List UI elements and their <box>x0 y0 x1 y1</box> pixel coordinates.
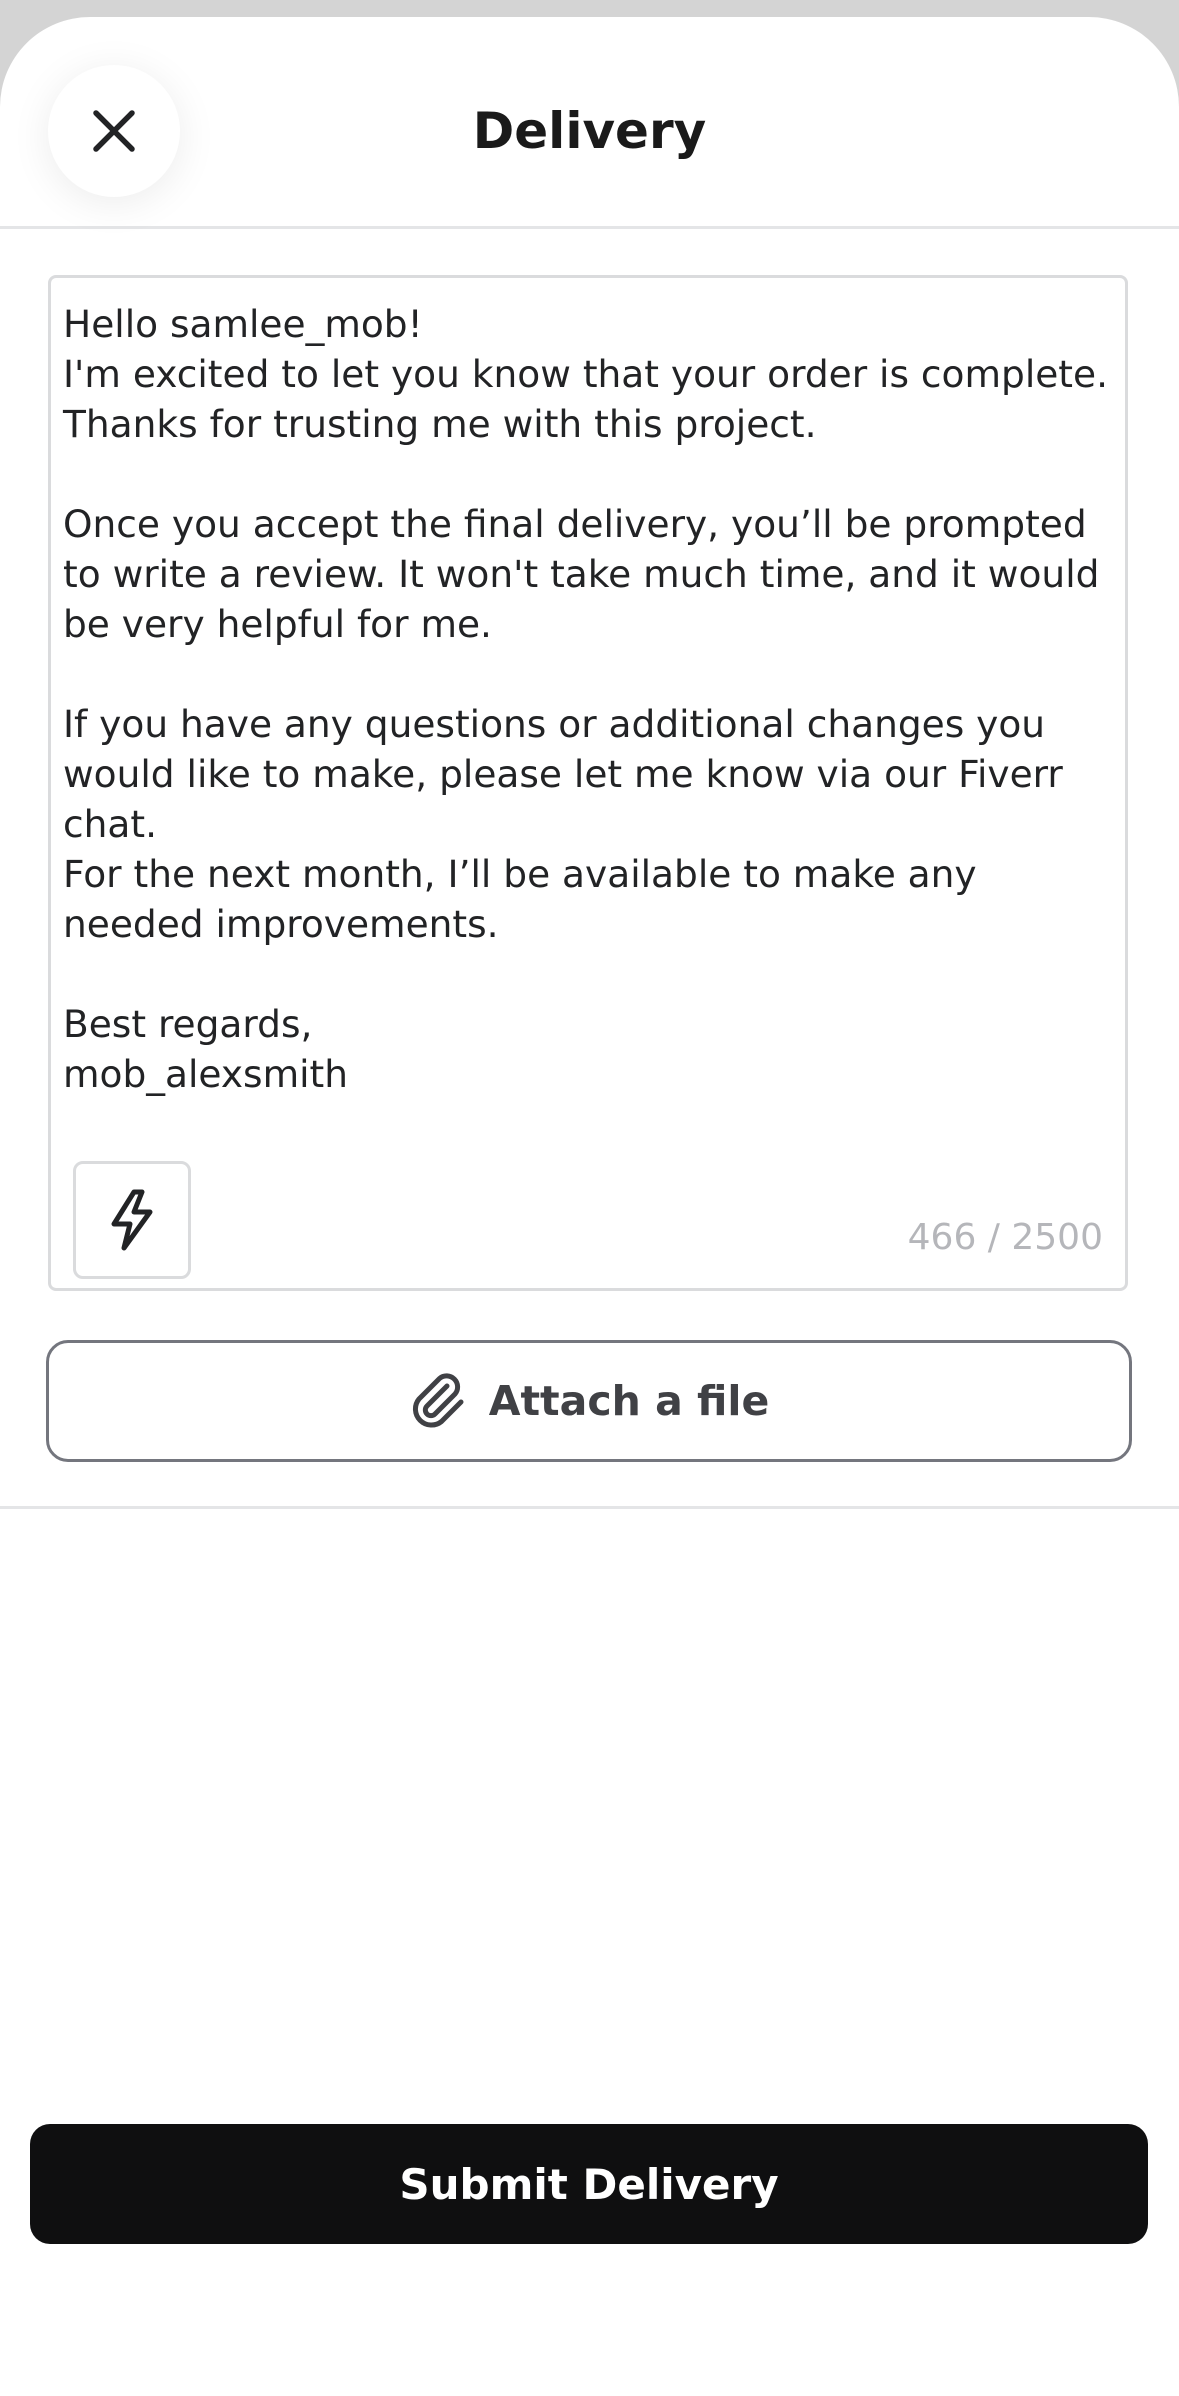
attach-file-label: Attach a file <box>488 1377 770 1425</box>
attach-file-button[interactable]: Attach a file <box>46 1340 1132 1462</box>
delivery-sheet: Delivery Hello samlee_mob! I'm excited t… <box>0 17 1179 2396</box>
lightning-icon <box>111 1189 153 1251</box>
page-title: Delivery <box>472 102 707 160</box>
delivery-message-text[interactable]: Hello samlee_mob! I'm excited to let you… <box>63 299 1119 1099</box>
delivery-message-field[interactable]: Hello samlee_mob! I'm excited to let you… <box>48 275 1128 1291</box>
paperclip-icon <box>412 1373 464 1428</box>
divider <box>0 1506 1179 1509</box>
quick-response-button[interactable] <box>73 1161 191 1279</box>
character-count: 466 / 2500 <box>907 1217 1103 1258</box>
header: Delivery <box>0 17 1179 229</box>
submit-delivery-button[interactable]: Submit Delivery <box>30 2124 1148 2244</box>
